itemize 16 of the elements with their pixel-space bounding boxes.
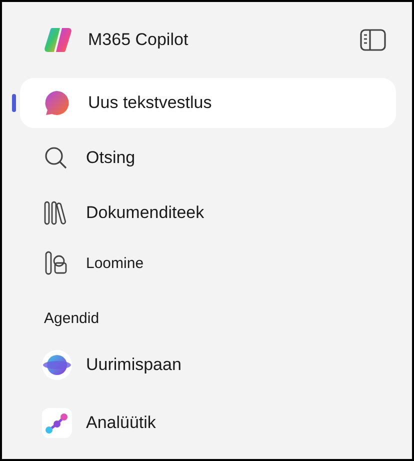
app-title: M365 Copilot [88,30,190,50]
books-icon [44,201,68,225]
nav-item[interactable]: Dokumenditeek [20,188,396,238]
nav-item[interactable]: Loomine [20,238,396,288]
graph-nodes-icon [42,408,72,438]
sidebar-toggle-icon[interactable] [360,29,386,51]
search-icon [44,146,68,170]
section-heading: Agendid [43,309,100,329]
nav-item[interactable]: Otsing [20,128,396,188]
chat-bubble-icon [44,90,70,116]
planet-icon [42,350,72,380]
agent-item[interactable]: Uurimispaan [2,336,412,394]
agent-item[interactable]: Analüütik [2,394,412,452]
nav-item[interactable]: Uus tekstvestlus [20,78,396,128]
brush-shapes-icon [44,251,68,275]
copilot-logo-icon [44,26,74,54]
